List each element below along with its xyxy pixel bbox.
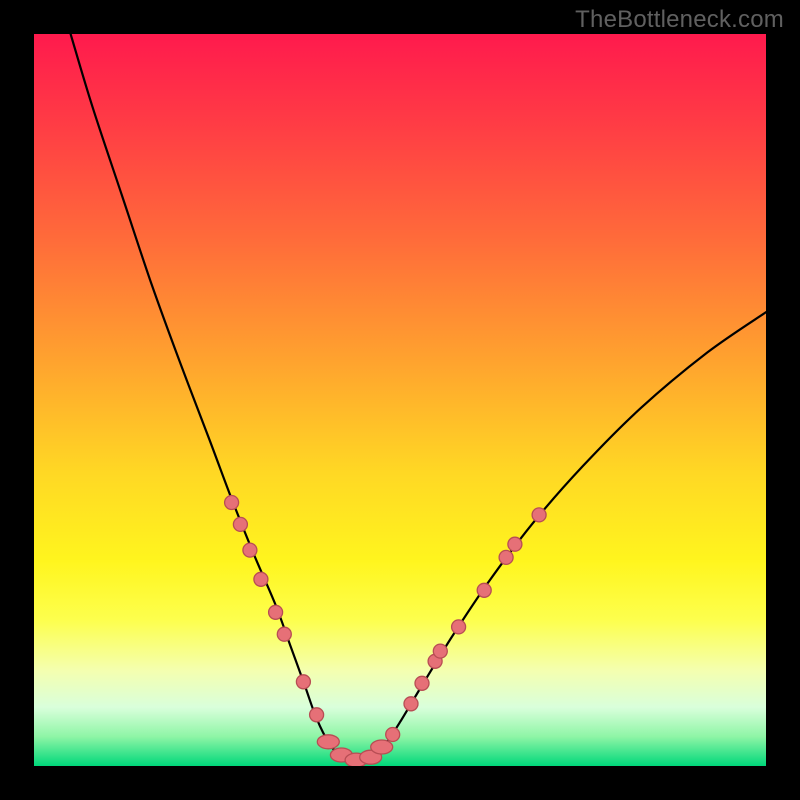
- marker-dot: [317, 735, 339, 749]
- chart-frame: TheBottleneck.com: [0, 0, 800, 800]
- marker-dot: [371, 740, 393, 754]
- marker-dot: [310, 708, 324, 722]
- watermark-text: TheBottleneck.com: [575, 6, 784, 34]
- marker-dot: [225, 496, 239, 510]
- marker-dot: [508, 537, 522, 551]
- main-curve: [71, 34, 766, 762]
- marker-dot: [277, 627, 291, 641]
- marker-dot: [233, 517, 247, 531]
- marker-dot: [415, 676, 429, 690]
- marker-dot: [254, 572, 268, 586]
- marker-dot: [404, 697, 418, 711]
- marker-dot: [269, 605, 283, 619]
- marker-dot: [452, 620, 466, 634]
- marker-dot: [433, 644, 447, 658]
- plot-area: [34, 34, 766, 766]
- chart-svg: [34, 34, 766, 766]
- marker-dot: [499, 550, 513, 564]
- marker-dots: [225, 496, 546, 767]
- marker-dot: [386, 728, 400, 742]
- marker-dot: [296, 675, 310, 689]
- marker-dot: [243, 543, 257, 557]
- marker-dot: [532, 508, 546, 522]
- marker-dot: [477, 583, 491, 597]
